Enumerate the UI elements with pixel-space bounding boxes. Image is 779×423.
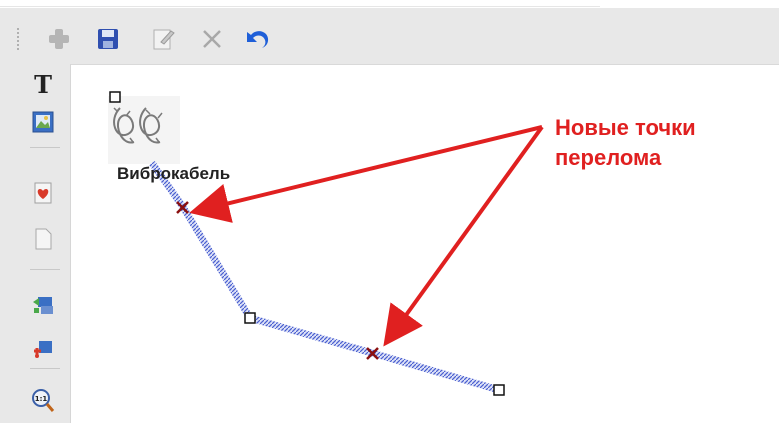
annotation-text: Новые точки перелома xyxy=(555,113,696,173)
device-label: Виброкабель xyxy=(117,164,231,183)
bend-point-handle[interactable] xyxy=(244,312,256,324)
diagram-overlay xyxy=(108,91,544,396)
vibrocable-device-icon[interactable] xyxy=(108,96,180,164)
vibrocable-line[interactable] xyxy=(149,160,500,394)
device-selection-handle[interactable] xyxy=(109,91,121,103)
annotation-line-2: перелома xyxy=(555,145,662,170)
cable-end-handle[interactable] xyxy=(493,384,505,396)
annotation-line-1: Новые точки xyxy=(555,115,696,140)
